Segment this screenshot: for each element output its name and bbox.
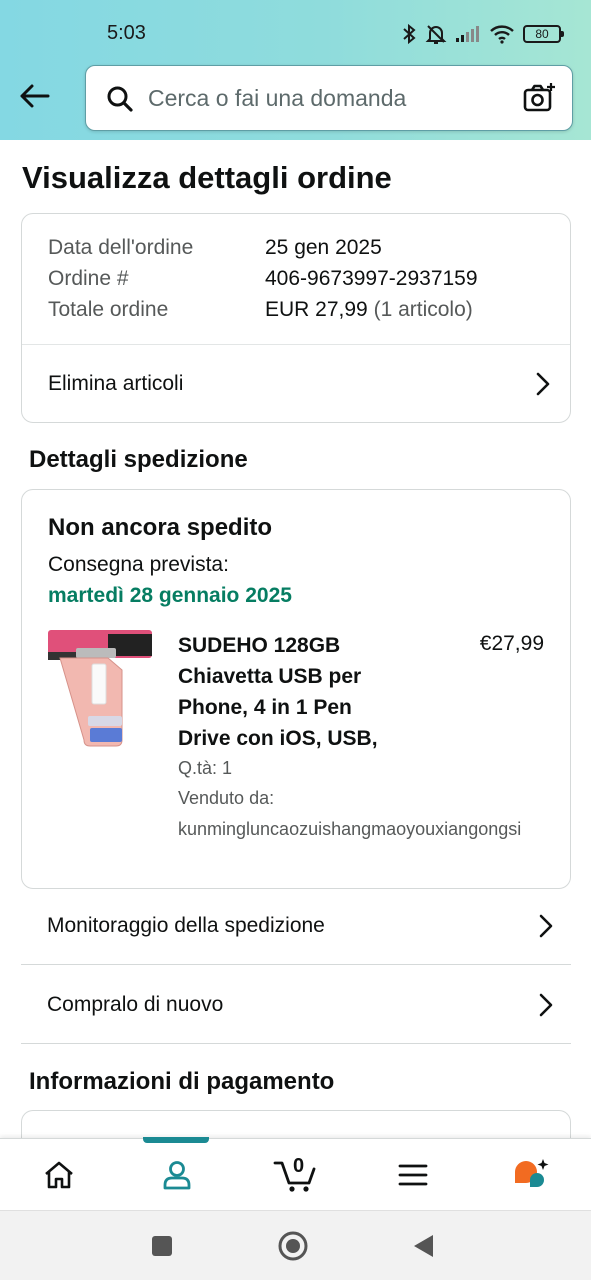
order-total-value: EUR 27,99 (1 articolo) xyxy=(265,298,473,322)
hamburger-menu-icon xyxy=(398,1164,428,1186)
track-package-row[interactable]: Monitoraggio della spedizione xyxy=(21,888,571,965)
battery-icon: 80 xyxy=(523,25,564,43)
home-button[interactable] xyxy=(278,1231,308,1261)
track-package-label: Monitoraggio della spedizione xyxy=(47,914,325,937)
delivery-label: Consegna prevista: xyxy=(48,553,229,576)
order-date-label: Data dell'ordine xyxy=(48,236,194,259)
order-total-items: (1 articolo) xyxy=(373,298,473,321)
nav-cart[interactable]: 0 xyxy=(236,1139,354,1211)
status-icons: 80 xyxy=(401,21,564,47)
remove-items-label: Elimina articoli xyxy=(48,372,184,395)
home-icon xyxy=(45,1161,73,1189)
rufus-assistant-icon xyxy=(515,1159,549,1187)
square-icon xyxy=(152,1236,172,1256)
nav-account[interactable] xyxy=(118,1137,236,1211)
system-nav-bar xyxy=(0,1210,591,1280)
page-title: Visualizza dettagli ordine xyxy=(22,160,392,195)
buy-again-label: Compralo di nuovo xyxy=(47,993,224,1016)
cart-count: 0 xyxy=(293,1155,305,1177)
chevron-right-icon xyxy=(539,914,553,938)
bell-muted-icon xyxy=(425,23,447,45)
search-icon xyxy=(106,85,134,118)
shipment-card: Non ancora spedito Consegna prevista: ma… xyxy=(21,489,571,889)
product-image[interactable] xyxy=(48,630,152,748)
status-time: 5:03 xyxy=(107,22,146,44)
sold-by-label: Venduto da: xyxy=(178,788,275,808)
product-quantity: Q.tà: 1 xyxy=(178,758,233,778)
delivery-date: martedì 28 gennaio 2025 xyxy=(48,584,292,607)
order-total-label: Totale ordine xyxy=(48,298,169,321)
triangle-back-icon xyxy=(414,1235,433,1257)
order-total-amount: EUR 27,99 xyxy=(265,298,368,321)
payment-section-title: Informazioni di pagamento xyxy=(29,1068,335,1095)
product-title[interactable]: SUDEHO 128GB Chiavetta USB per Phone, 4 … xyxy=(178,630,408,754)
shipment-status: Non ancora spedito xyxy=(48,514,273,541)
wifi-icon xyxy=(489,24,515,44)
order-date-value: 25 gen 2025 xyxy=(265,236,382,259)
active-tab-indicator xyxy=(143,1137,209,1143)
chevron-right-icon xyxy=(539,993,553,1017)
back-nav-button[interactable] xyxy=(408,1231,438,1261)
product-price: €27,99 xyxy=(479,632,544,655)
shipping-section-title: Dettagli spedizione xyxy=(29,446,248,473)
order-summary-card: Data dell'ordine 25 gen 2025 Ordine # 40… xyxy=(21,213,571,423)
buy-again-row[interactable]: Compralo di nuovo xyxy=(21,967,571,1044)
bluetooth-icon xyxy=(401,23,417,45)
recent-apps-button[interactable] xyxy=(147,1231,177,1261)
nav-menu[interactable] xyxy=(354,1139,472,1211)
header: 5:03 80 xyxy=(0,0,591,140)
search-input[interactable] xyxy=(148,80,508,116)
arrow-left-icon xyxy=(20,84,50,108)
search-bar[interactable] xyxy=(85,65,573,131)
order-number-label: Ordine # xyxy=(48,267,129,290)
circle-icon xyxy=(278,1231,308,1261)
nav-rufus[interactable] xyxy=(473,1139,591,1211)
seller-name[interactable]: kunminglunсaozuishangmaoyouxiangongsi xyxy=(178,819,521,840)
signal-icon xyxy=(455,25,481,43)
order-number-value: 406-9673997-2937159 xyxy=(265,267,478,290)
chevron-right-icon xyxy=(536,372,550,396)
person-icon xyxy=(163,1161,191,1190)
back-button[interactable] xyxy=(14,78,54,114)
bottom-nav: 0 xyxy=(0,1137,591,1211)
nav-home[interactable] xyxy=(0,1139,118,1211)
remove-items-row[interactable]: Elimina articoli xyxy=(22,345,570,423)
camera-icon[interactable] xyxy=(522,81,556,120)
